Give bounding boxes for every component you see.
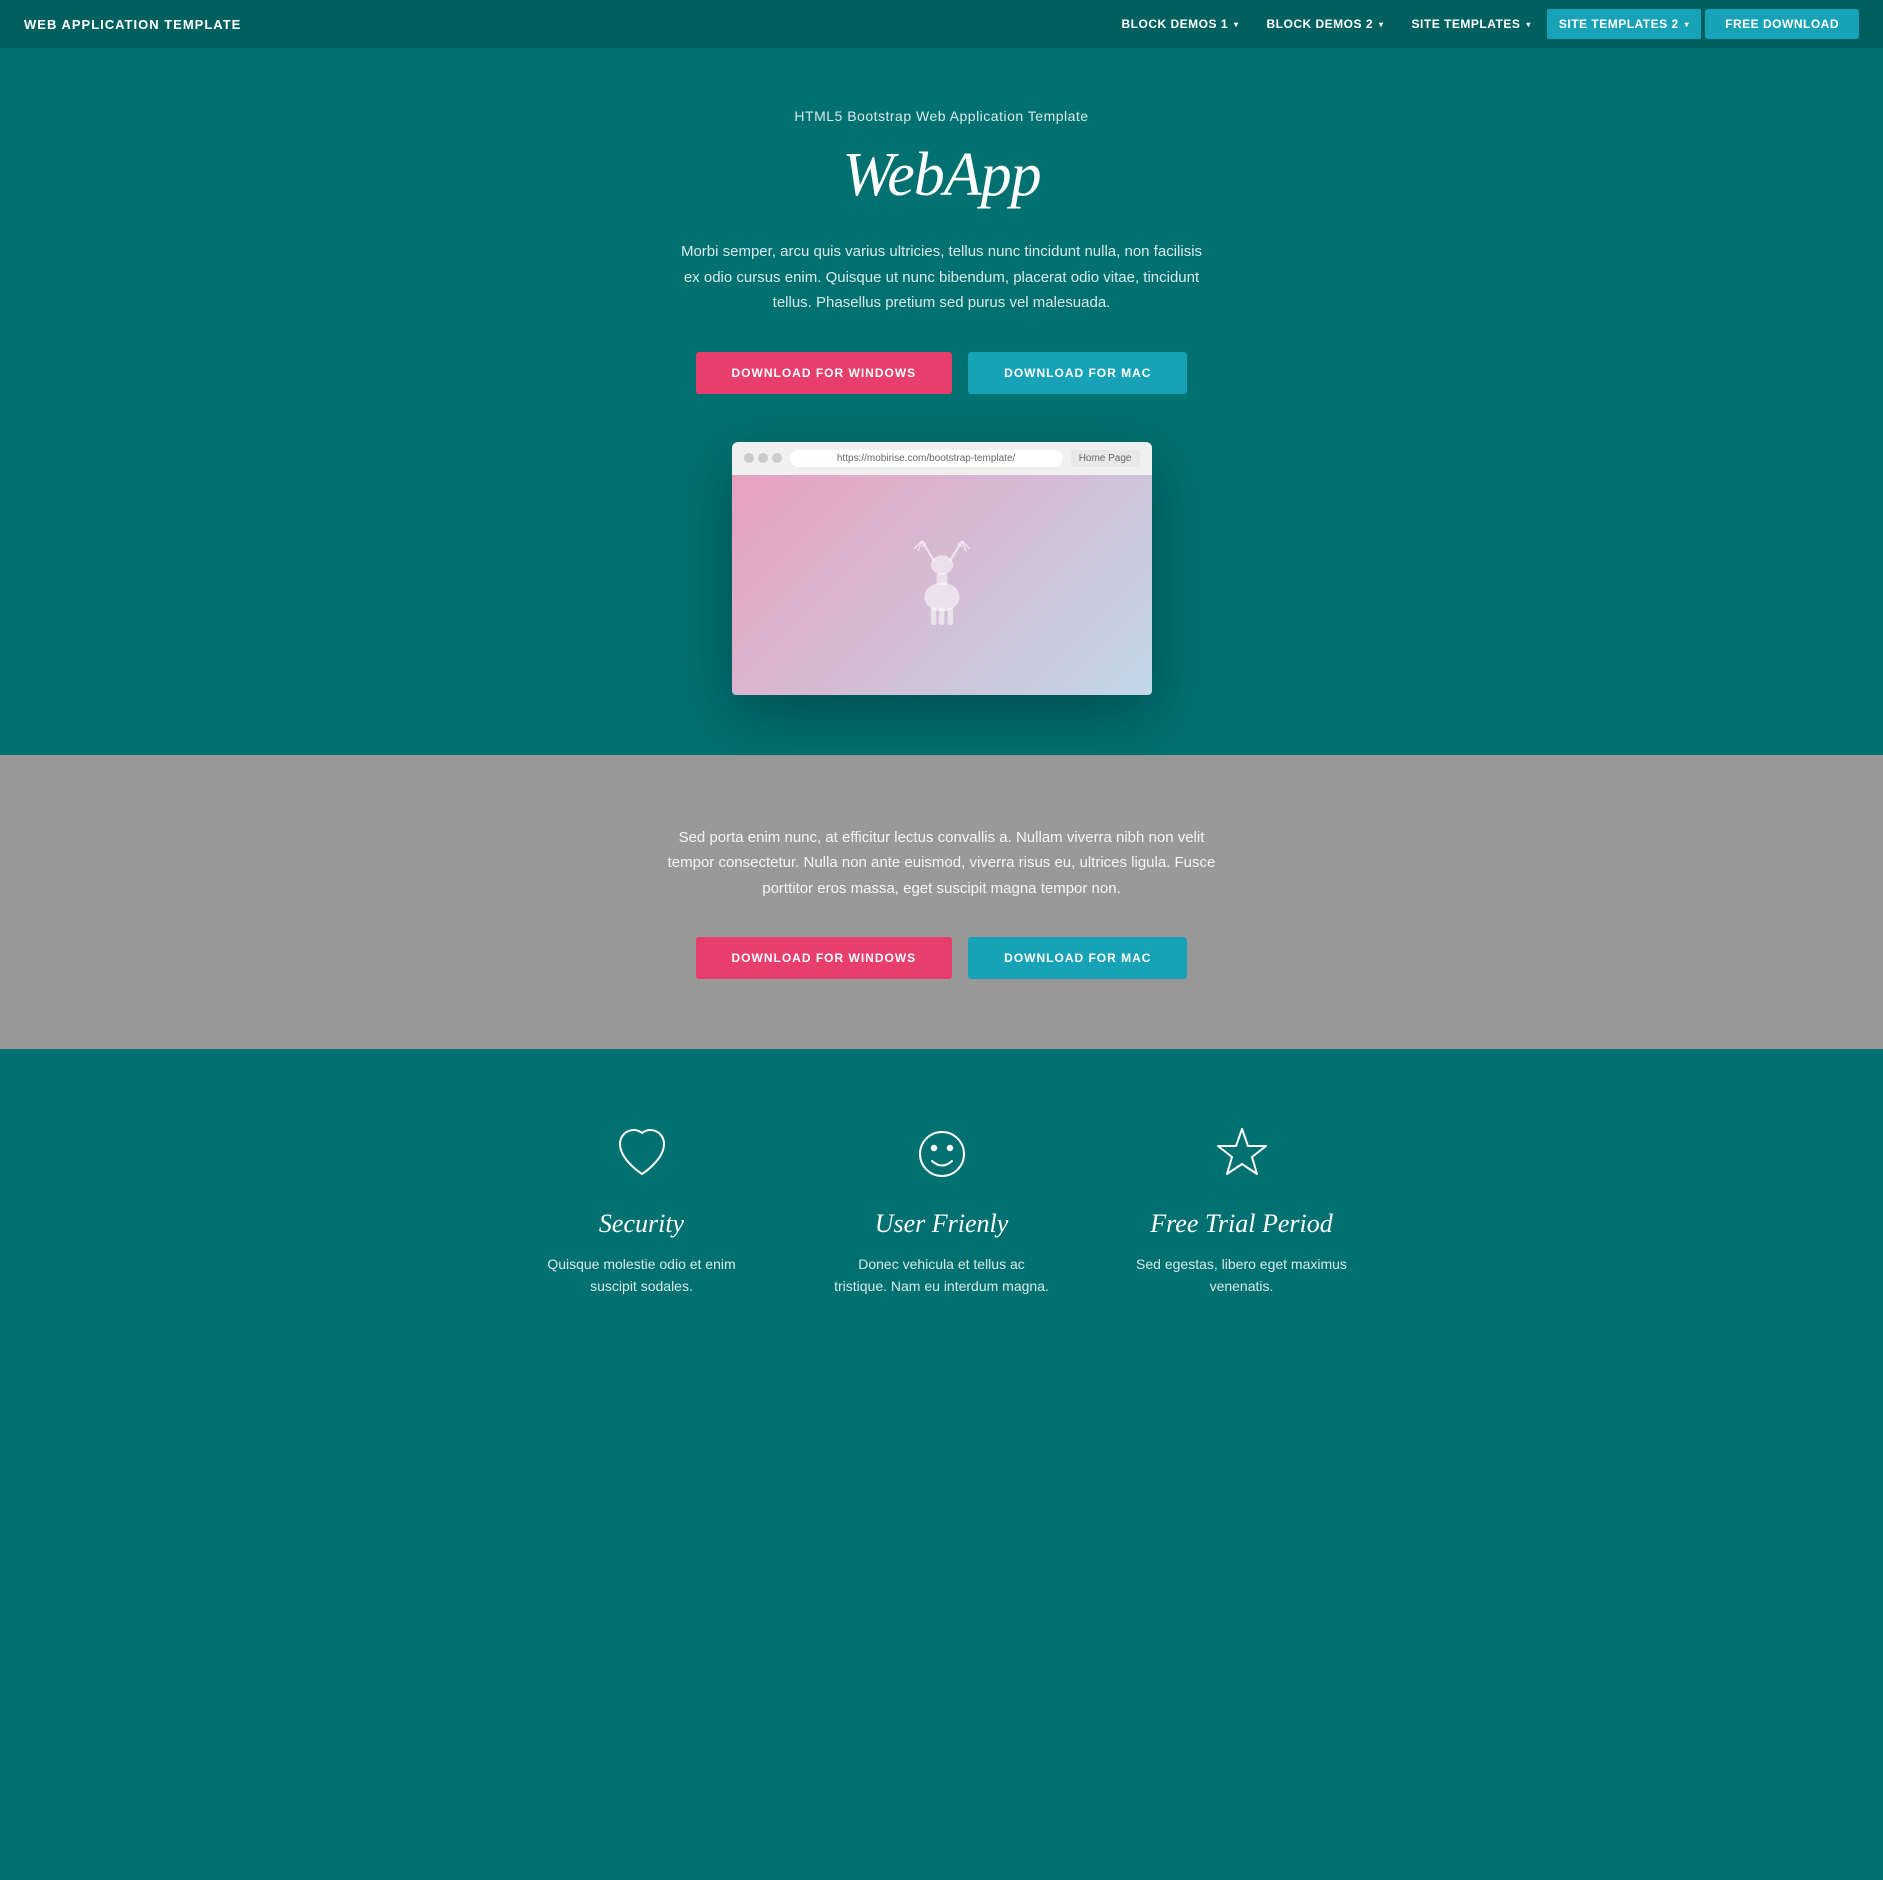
chevron-down-icon: ▾ [1379,20,1384,29]
feature-free-trial: Free Trial Period Sed egestas, libero eg… [1132,1119,1352,1298]
nav-links: BLOCK DEMOS 1 ▾ BLOCK DEMOS 2 ▾ SITE TEM… [1109,9,1859,39]
browser-dot-1 [744,453,754,463]
download-windows-button-hero[interactable]: DOWNLOAD FOR WINDOWS [696,352,953,394]
feature-title-free-trial: Free Trial Period [1132,1209,1352,1239]
browser-dot-2 [758,453,768,463]
feature-icon-user-friendly [907,1119,977,1189]
nav-brand: WEB APPLICATION TEMPLATE [24,17,241,32]
gray-description: Sed porta enim nunc, at efficitur lectus… [662,825,1222,902]
browser-content [732,475,1152,695]
free-download-button[interactable]: FREE DOWNLOAD [1705,9,1859,39]
download-windows-button-gray[interactable]: DOWNLOAD FOR WINDOWS [696,937,953,979]
hero-subtitle: HTML5 Bootstrap Web Application Template [20,108,1863,124]
heart-icon [612,1124,672,1184]
feature-icon-free-trial [1207,1119,1277,1189]
navbar: WEB APPLICATION TEMPLATE BLOCK DEMOS 1 ▾… [0,0,1883,48]
feature-user-friendly: User Frienly Donec vehicula et tellus ac… [832,1119,1052,1298]
nav-site-templates[interactable]: SITE TEMPLATES ▾ [1400,9,1543,39]
feature-desc-free-trial: Sed egestas, libero eget maximus venenat… [1132,1253,1352,1298]
star-icon [1212,1124,1272,1184]
feature-desc-security: Quisque molestie odio et enim suscipit s… [532,1253,752,1298]
browser-mockup: https://mobirise.com/bootstrap-template/… [732,442,1152,695]
feature-security: Security Quisque molestie odio et enim s… [532,1119,752,1298]
smiley-icon [912,1124,972,1184]
chevron-down-icon: ▾ [1685,20,1690,29]
hero-buttons: DOWNLOAD FOR WINDOWS DOWNLOAD FOR MAC [20,352,1863,394]
feature-icon-security [607,1119,677,1189]
download-mac-button-hero[interactable]: DOWNLOAD FOR MAC [968,352,1187,394]
features-grid: Security Quisque molestie odio et enim s… [492,1119,1392,1298]
feature-title-security: Security [532,1209,752,1239]
browser-bar: https://mobirise.com/bootstrap-template/… [732,442,1152,475]
features-section: Security Quisque molestie odio et enim s… [0,1049,1883,1378]
gray-buttons: DOWNLOAD FOR WINDOWS DOWNLOAD FOR MAC [20,937,1863,979]
browser-home-label: Home Page [1071,450,1140,467]
deer-illustration [902,535,982,635]
nav-site-templates-2[interactable]: SITE TEMPLATES 2 ▾ [1547,9,1701,39]
browser-url: https://mobirise.com/bootstrap-template/ [790,450,1063,467]
nav-block-demos-2[interactable]: BLOCK DEMOS 2 ▾ [1255,9,1396,39]
chevron-down-icon: ▾ [1234,20,1239,29]
feature-title-user-friendly: User Frienly [832,1209,1052,1239]
chevron-down-icon: ▾ [1526,20,1531,29]
nav-block-demos-1[interactable]: BLOCK DEMOS 1 ▾ [1109,9,1250,39]
hero-section: HTML5 Bootstrap Web Application Template… [0,48,1883,755]
gray-section: Sed porta enim nunc, at efficitur lectus… [0,755,1883,1050]
download-mac-button-gray[interactable]: DOWNLOAD FOR MAC [968,937,1187,979]
hero-description: Morbi semper, arcu quis varius ultricies… [672,239,1212,316]
browser-dots [744,453,782,463]
hero-title: WebApp [20,140,1863,211]
browser-dot-3 [772,453,782,463]
feature-desc-user-friendly: Donec vehicula et tellus ac tristique. N… [832,1253,1052,1298]
